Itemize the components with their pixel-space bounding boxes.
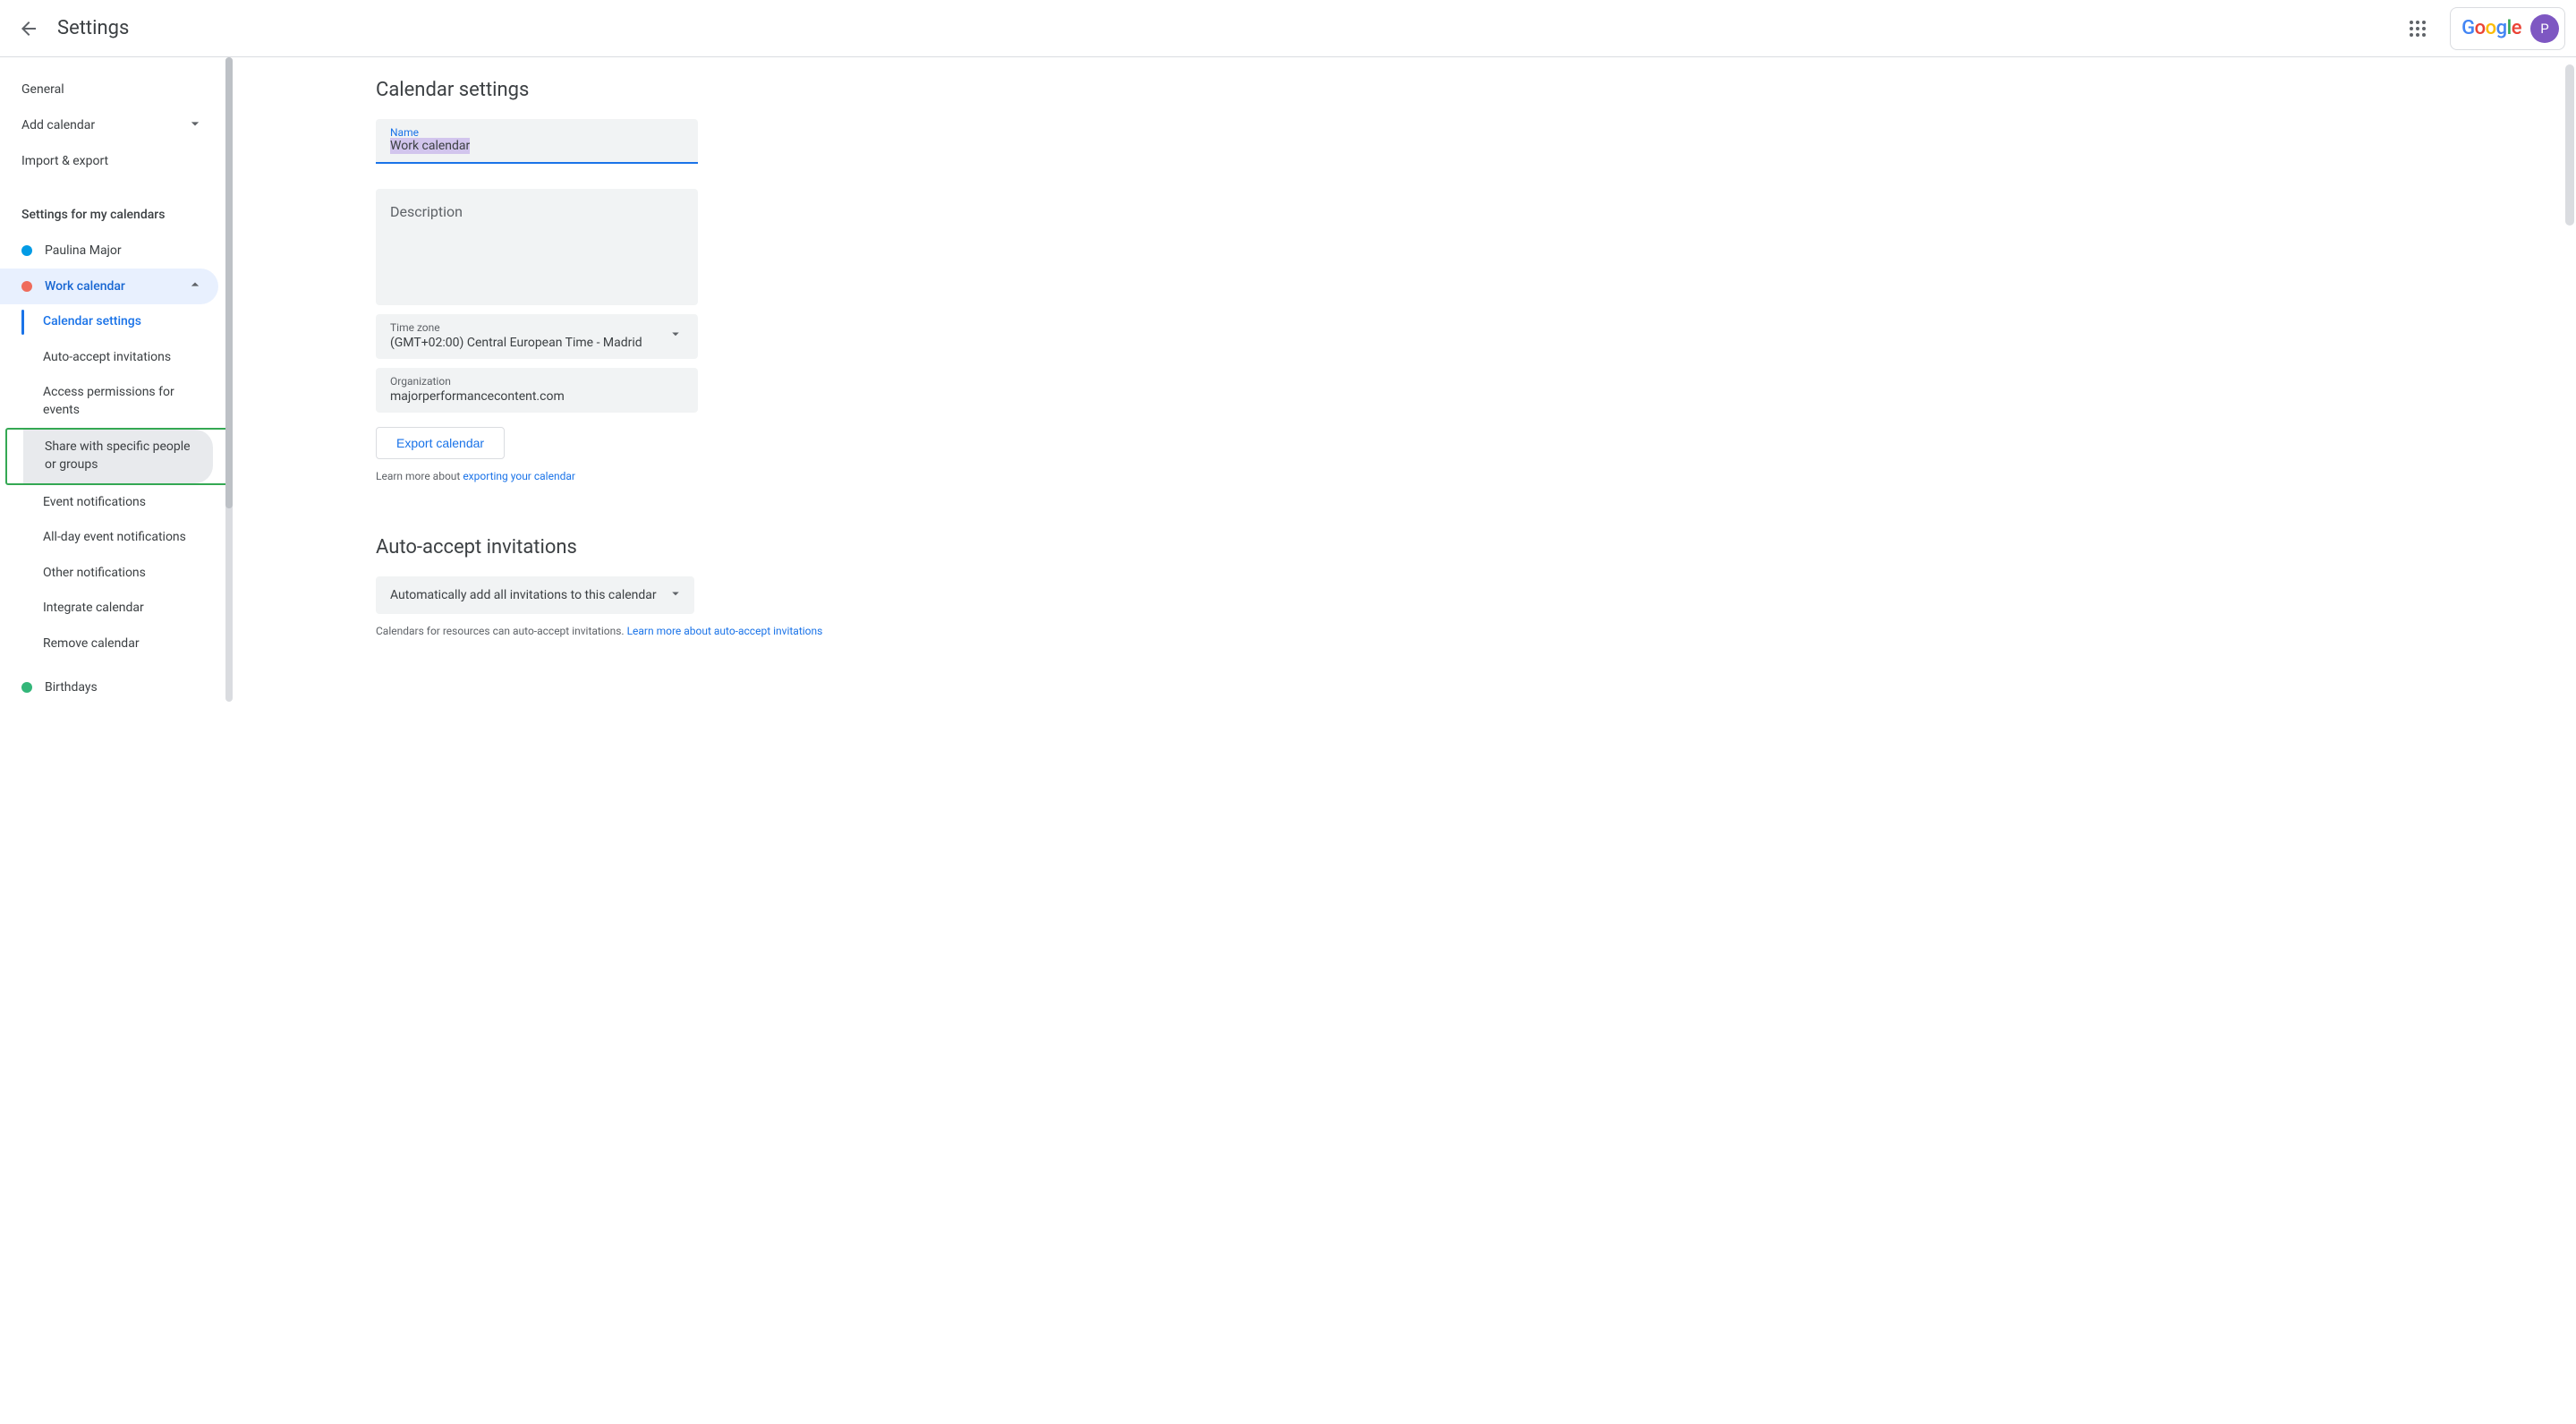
subnav-auto-accept[interactable]: Auto-accept invitations (21, 340, 218, 376)
subnav-label: Event notifications (43, 494, 146, 512)
subnav-label: Integrate calendar (43, 600, 144, 618)
calendar-name: Birthdays (45, 680, 98, 695)
dropdown-arrow-icon (667, 326, 684, 345)
organization-value: majorperformancecontent.com (390, 389, 684, 404)
chevron-down-icon (186, 115, 204, 136)
calendar-item-work[interactable]: Work calendar (0, 269, 218, 304)
main-content: Calendar settings Name Work calendar Des… (233, 57, 2576, 1424)
back-button[interactable] (11, 11, 47, 47)
arrow-back-icon (18, 18, 39, 39)
timezone-select[interactable]: Time zone (GMT+02:00) Central European T… (376, 314, 698, 359)
name-input-value[interactable]: Work calendar (390, 139, 684, 153)
subnav-remove[interactable]: Remove calendar (21, 627, 218, 662)
subnav-share-specific[interactable]: Share with specific people or groups (23, 430, 213, 482)
subnav-label: Auto-accept invitations (43, 349, 171, 367)
auto-accept-select[interactable]: Automatically add all invitations to thi… (376, 576, 694, 614)
calendar-color-dot (21, 281, 32, 292)
subnav-access-permissions[interactable]: Access permissions for events (21, 375, 218, 428)
subnav-label: Other notifications (43, 565, 146, 583)
subnav-label: All-day event notifications (43, 529, 186, 547)
name-label: Name (390, 126, 684, 139)
export-calendar-button[interactable]: Export calendar (376, 427, 505, 459)
auto-accept-help-text: Calendars for resources can auto-accept … (376, 625, 2555, 637)
organization-label: Organization (390, 375, 684, 388)
nav-label: Import & export (21, 154, 108, 168)
export-help-link[interactable]: exporting your calendar (463, 470, 575, 482)
dropdown-arrow-icon (667, 585, 684, 605)
subnav-label: Remove calendar (43, 635, 140, 653)
description-field[interactable]: Description (376, 189, 698, 305)
organization-field: Organization majorperformancecontent.com (376, 368, 698, 413)
nav-import-export[interactable]: Import & export (0, 143, 218, 179)
calendar-item-paulina[interactable]: Paulina Major (0, 233, 218, 269)
section-title-calendar-settings: Calendar settings (376, 79, 2555, 101)
nav-general[interactable]: General (0, 72, 218, 107)
sidebar-scrollbar[interactable] (225, 57, 233, 702)
subnav-label: Access permissions for events (43, 384, 204, 419)
subnav-label: Share with specific people or groups (45, 439, 199, 473)
header-bar: Settings Google P (0, 0, 2576, 57)
sidebar-section-label: Settings for my calendars (0, 179, 233, 233)
nav-label: General (21, 82, 64, 97)
avatar[interactable]: P (2530, 14, 2559, 43)
sub-nav: Calendar settings Auto-accept invitation… (0, 304, 233, 662)
calendar-color-dot (21, 245, 32, 256)
auto-accept-value: Automatically add all invitations to thi… (390, 588, 667, 602)
subnav-allday-notifications[interactable]: All-day event notifications (21, 520, 218, 556)
timezone-value: (GMT+02:00) Central European Time - Madr… (390, 336, 667, 350)
apps-grid-icon (2410, 21, 2426, 37)
nav-label: Add calendar (21, 118, 95, 132)
calendar-name: Paulina Major (45, 243, 122, 258)
sidebar: General Add calendar Import & export Set… (0, 57, 233, 1424)
subnav-event-notifications[interactable]: Event notifications (21, 485, 218, 521)
highlight-annotation: Share with specific people or groups (5, 428, 229, 484)
description-placeholder: Description (390, 203, 684, 220)
calendar-color-dot (21, 682, 32, 693)
subnav-label: Calendar settings (43, 313, 141, 331)
page-title: Settings (57, 17, 129, 39)
calendar-name: Work calendar (45, 279, 125, 294)
nav-add-calendar[interactable]: Add calendar (0, 107, 218, 143)
auto-accept-help-link[interactable]: Learn more about auto-accept invitations (627, 625, 823, 637)
export-help-text: Learn more about exporting your calendar (376, 470, 2555, 482)
timezone-label: Time zone (390, 321, 667, 334)
subnav-other-notifications[interactable]: Other notifications (21, 556, 218, 592)
google-logo: Google (2461, 17, 2521, 39)
section-title-auto-accept: Auto-accept invitations (376, 536, 2555, 559)
name-field[interactable]: Name Work calendar (376, 119, 698, 164)
subnav-integrate[interactable]: Integrate calendar (21, 591, 218, 627)
google-account-box[interactable]: Google P (2450, 7, 2565, 50)
chevron-up-icon (186, 276, 204, 297)
google-apps-button[interactable] (2400, 11, 2436, 47)
calendar-item-birthdays[interactable]: Birthdays (0, 669, 218, 705)
scrollbar-thumb[interactable] (225, 57, 233, 508)
subnav-calendar-settings[interactable]: Calendar settings (21, 304, 218, 340)
main-scrollbar-thumb[interactable] (2565, 64, 2574, 226)
